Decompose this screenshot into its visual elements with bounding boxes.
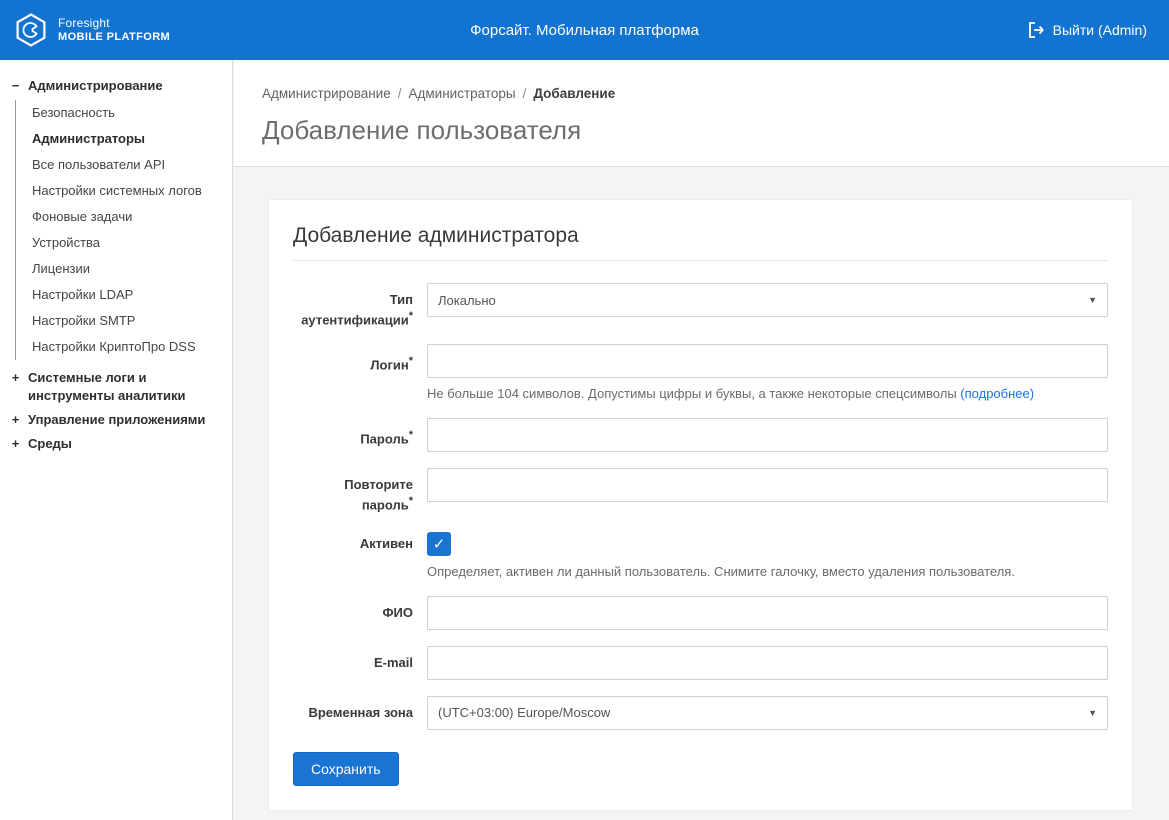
password-repeat-label: Повторите пароль* — [293, 468, 413, 513]
breadcrumb-separator: / — [398, 86, 402, 101]
sidebar-item-environments[interactable]: + Среды — [10, 432, 224, 456]
logout-button[interactable]: Выйти (Admin) — [1028, 22, 1169, 38]
required-asterisk: * — [409, 495, 413, 507]
administration-subtree: Безопасность Администраторы Все пользова… — [15, 100, 224, 360]
app-logo[interactable]: Foresight MOBILE PLATFORM — [0, 12, 233, 48]
card-title: Добавление администратора — [293, 224, 1108, 261]
form-row-auth-type: Тип аутентификации* Локально ▼ — [293, 283, 1108, 328]
logo-text-line1: Foresight — [58, 17, 170, 31]
page-title: Добавление пользователя — [262, 115, 1141, 146]
sidebar-item-devices[interactable]: Устройства — [32, 230, 224, 256]
login-label: Логин* — [293, 344, 413, 373]
auth-type-select[interactable]: Локально ▼ — [427, 283, 1108, 317]
form-row-password: Пароль* — [293, 418, 1108, 452]
form-row-email: E-mail — [293, 646, 1108, 680]
sidebar-item-label: Системные логи и инструменты аналитики — [28, 369, 224, 405]
sidebar-item-system-logs-analytics[interactable]: + Системные логи и инструменты аналитики — [10, 366, 224, 408]
password-label: Пароль* — [293, 418, 413, 447]
expand-icon[interactable]: + — [10, 411, 21, 429]
foresight-logo-icon — [13, 12, 49, 48]
password-repeat-input[interactable] — [427, 468, 1108, 502]
form-row-active: Активен ✓ Определяет, активен ли данный … — [293, 530, 1108, 580]
add-admin-card: Добавление администратора Тип аутентифик… — [268, 199, 1133, 811]
breadcrumb-item-administrators[interactable]: Администраторы — [409, 86, 516, 101]
sidebar-item-ldap-settings[interactable]: Настройки LDAP — [32, 282, 224, 308]
email-label: E-mail — [293, 646, 413, 671]
timezone-label: Временная зона — [293, 696, 413, 721]
sidebar-item-system-logs-settings[interactable]: Настройки системных логов — [32, 178, 224, 204]
required-asterisk: * — [409, 429, 413, 441]
sidebar-item-label: Управление приложениями — [28, 411, 205, 429]
logout-label: Выйти (Admin) — [1053, 22, 1147, 38]
login-hint-more-link[interactable]: (подробнее) — [960, 386, 1034, 401]
collapse-icon[interactable]: − — [10, 77, 21, 95]
password-input[interactable] — [427, 418, 1108, 452]
breadcrumb-item-administration[interactable]: Администрирование — [262, 86, 391, 101]
sidebar-item-administrators[interactable]: Администраторы — [32, 126, 224, 152]
timezone-selected-value: (UTC+03:00) Europe/Moscow — [438, 705, 610, 720]
sidebar-nav: − Администрирование Безопасность Админис… — [0, 60, 233, 820]
sidebar-item-administration[interactable]: − Администрирование — [10, 74, 224, 98]
auth-type-selected-value: Локально — [438, 293, 496, 308]
save-button[interactable]: Сохранить — [293, 752, 399, 786]
form-row-password-repeat: Повторите пароль* — [293, 468, 1108, 513]
form-row-timezone: Временная зона (UTC+03:00) Europe/Moscow… — [293, 696, 1108, 730]
sidebar-item-licenses[interactable]: Лицензии — [32, 256, 224, 282]
app-header: Foresight MOBILE PLATFORM Форсайт. Мобил… — [0, 0, 1169, 60]
timezone-select[interactable]: (UTC+03:00) Europe/Moscow ▼ — [427, 696, 1108, 730]
logo-text-line2: MOBILE PLATFORM — [58, 31, 170, 44]
active-checkbox[interactable]: ✓ — [427, 532, 451, 556]
expand-icon[interactable]: + — [10, 369, 21, 387]
email-input[interactable] — [427, 646, 1108, 680]
checkmark-icon: ✓ — [433, 535, 446, 553]
sidebar-item-app-management[interactable]: + Управление приложениями — [10, 408, 224, 432]
logout-icon — [1028, 22, 1045, 38]
fio-input[interactable] — [427, 596, 1108, 630]
sidebar-item-smtp-settings[interactable]: Настройки SMTP — [32, 308, 224, 334]
form-row-fio: ФИО — [293, 596, 1108, 630]
sidebar-item-cryptopro-dss[interactable]: Настройки КриптоПро DSS — [32, 334, 224, 360]
page-head: Администрирование / Администраторы / Доб… — [234, 60, 1169, 167]
breadcrumb: Администрирование / Администраторы / Доб… — [262, 86, 1141, 101]
sidebar-item-background-tasks[interactable]: Фоновые задачи — [32, 204, 224, 230]
auth-type-label: Тип аутентификации* — [293, 283, 413, 328]
login-hint: Не больше 104 символов. Допустимы цифры … — [427, 385, 1108, 402]
sidebar-item-security[interactable]: Безопасность — [32, 100, 224, 126]
required-asterisk: * — [409, 355, 413, 367]
required-asterisk: * — [409, 310, 413, 322]
active-label: Активен — [293, 530, 413, 552]
main-content: Администрирование / Администраторы / Доб… — [234, 60, 1169, 820]
sidebar-item-api-users[interactable]: Все пользователи API — [32, 152, 224, 178]
breadcrumb-separator: / — [523, 86, 527, 101]
sidebar-item-label: Среды — [28, 435, 72, 453]
sidebar-item-label: Администрирование — [28, 77, 163, 95]
active-hint: Определяет, активен ли данный пользовате… — [427, 563, 1108, 580]
breadcrumb-item-current: Добавление — [533, 86, 615, 101]
login-input[interactable] — [427, 344, 1108, 378]
chevron-down-icon: ▼ — [1088, 708, 1097, 718]
fio-label: ФИО — [293, 596, 413, 621]
expand-icon[interactable]: + — [10, 435, 21, 453]
form-row-login: Логин* Не больше 104 символов. Допустимы… — [293, 344, 1108, 402]
chevron-down-icon: ▼ — [1088, 295, 1097, 305]
